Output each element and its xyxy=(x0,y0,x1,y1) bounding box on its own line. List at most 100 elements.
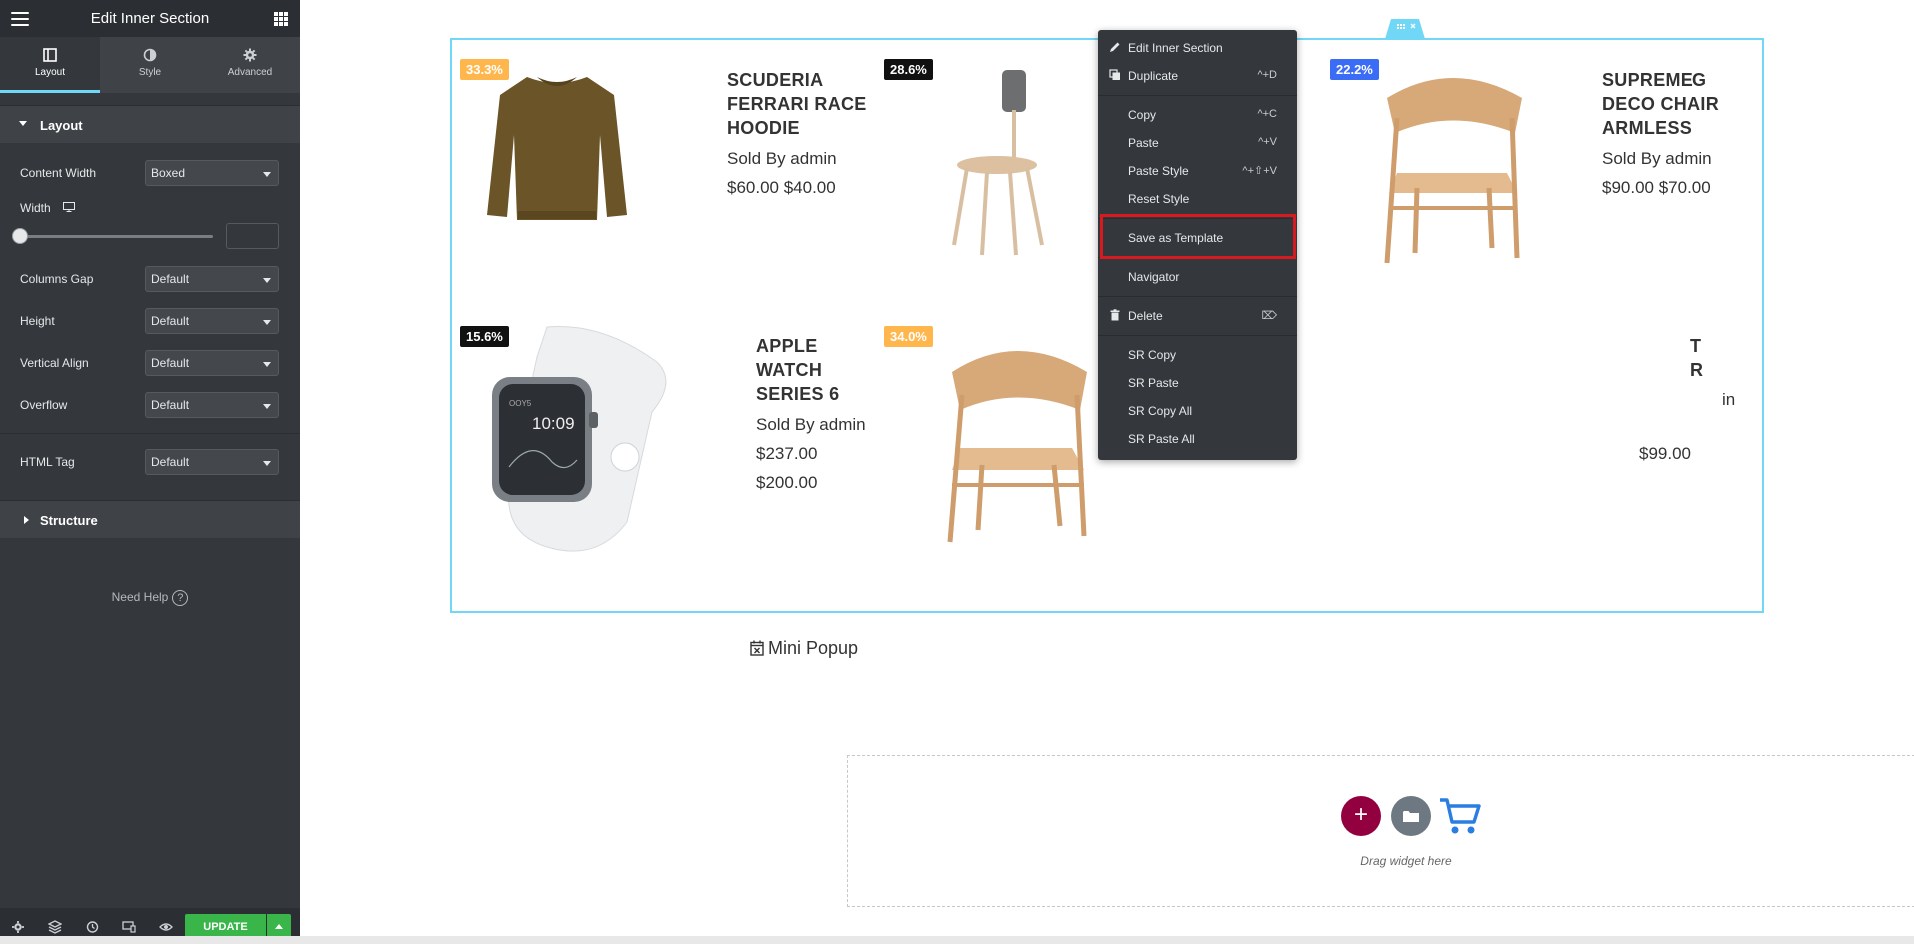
menu-item-copy[interactable]: Copy ^+C xyxy=(1098,105,1297,125)
layout-section-toggle[interactable]: Layout xyxy=(0,105,300,143)
tab-label: Layout xyxy=(34,67,66,78)
discount-badge: 15.6% xyxy=(460,326,509,347)
discount-badge: 33.3% xyxy=(460,59,509,80)
need-help-link[interactable]: Need Help? xyxy=(0,590,300,606)
tab-advanced[interactable]: Advanced xyxy=(200,37,300,93)
product-seller: Sold By admin xyxy=(756,415,866,434)
product-image-deco-chair[interactable] xyxy=(1357,58,1547,268)
menu-item-sr-paste-all[interactable]: SR Paste All xyxy=(1098,429,1297,449)
menu-item-label: Reset Style xyxy=(1128,192,1190,206)
product-card[interactable]: OOY5 10:09 15.6% APPLE WATCH SERIES 6 So… xyxy=(452,322,892,612)
gear-icon xyxy=(243,48,257,62)
preview-eye-icon[interactable] xyxy=(159,920,173,934)
cart-icon[interactable] xyxy=(1438,794,1482,838)
height-label: Height xyxy=(20,314,55,328)
discount-badge: 34.0% xyxy=(884,326,933,347)
width-slider-track[interactable] xyxy=(20,235,213,238)
product-card[interactable]: 33.3% SCUDERIA FERRARI RACE HOODIE Sold … xyxy=(452,40,882,320)
menu-item-shortcut: ^+D xyxy=(1257,69,1277,81)
menu-item-shortcut: ^+V xyxy=(1258,136,1277,148)
mini-popup-label: Mini Popup xyxy=(768,638,859,658)
menu-item-duplicate[interactable]: Duplicate ^+D xyxy=(1098,66,1297,86)
menu-item-shortcut: ^+C xyxy=(1257,108,1277,120)
product-image-apple-watch[interactable]: OOY5 10:09 xyxy=(477,322,677,562)
menu-item-delete[interactable]: Delete ⌦ xyxy=(1098,306,1297,326)
overflow-select[interactable]: Default xyxy=(145,392,279,418)
product-seller: Sold By admin xyxy=(727,149,837,168)
title-line: SERIES 6 xyxy=(756,384,840,404)
menu-item-sr-copy[interactable]: SR Copy xyxy=(1098,345,1297,365)
caret-down-icon xyxy=(19,121,27,126)
content-width-label: Content Width xyxy=(20,166,97,180)
title-line: FERRARI RACE xyxy=(727,94,867,114)
product-image-armchair[interactable] xyxy=(922,330,1112,550)
menu-item-label: Duplicate xyxy=(1128,69,1179,83)
structure-section-toggle[interactable]: Structure xyxy=(0,500,300,538)
title-line: ARMLESS xyxy=(1602,118,1693,138)
widgets-grid-icon[interactable] xyxy=(274,12,288,26)
columns-gap-select[interactable]: Default xyxy=(145,266,279,292)
add-template-button[interactable] xyxy=(1391,796,1431,836)
section-handle[interactable] xyxy=(1375,17,1435,39)
widget-drop-zone[interactable]: + Drag widget here xyxy=(847,755,1914,907)
menu-item-shortcut: ^+⇧+V xyxy=(1242,165,1277,177)
overflow-label: Overflow xyxy=(20,398,68,412)
product-image-chair[interactable] xyxy=(942,60,1052,260)
taskbar-strip xyxy=(0,936,1914,944)
responsive-mode-icon[interactable] xyxy=(122,920,136,934)
trash-icon xyxy=(1110,309,1120,321)
product-image-sweater[interactable] xyxy=(482,65,632,225)
width-label: Width xyxy=(20,201,51,215)
duplicate-icon xyxy=(1109,69,1120,80)
product-price-old: $237.00 xyxy=(756,444,818,463)
editor-panel: Edit Inner Section Layout Style Advanced… xyxy=(0,0,300,944)
menu-item-sr-paste[interactable]: SR Paste xyxy=(1098,373,1297,393)
add-section-button[interactable]: + xyxy=(1341,796,1381,836)
section-label: Layout xyxy=(40,118,83,133)
product-seller: Sold By admin xyxy=(1602,149,1712,168)
menu-item-label: SR Paste All xyxy=(1128,432,1195,446)
menu-item-label: SR Copy All xyxy=(1128,404,1193,418)
product-seller-partial: in xyxy=(1722,390,1736,409)
panel-tabs: Layout Style Advanced xyxy=(0,37,300,93)
title-line: SUPREME xyxy=(1602,70,1694,90)
width-number-input[interactable] xyxy=(226,223,279,249)
vertical-align-select[interactable]: Default xyxy=(145,350,279,376)
height-select[interactable]: Default xyxy=(145,308,279,334)
tab-style[interactable]: Style xyxy=(100,37,200,93)
menu-item-reset-style[interactable]: Reset Style xyxy=(1098,189,1297,209)
menu-item-label: Paste Style xyxy=(1128,164,1189,178)
product-price: $60.00 $40.00 xyxy=(727,178,836,197)
title-line: R xyxy=(1690,360,1704,380)
mini-popup-widget[interactable]: Mini Popup xyxy=(750,638,858,659)
menu-item-sr-copy-all[interactable]: SR Copy All xyxy=(1098,401,1297,421)
title-line: WATCH xyxy=(756,360,823,380)
menu-separator xyxy=(1098,296,1297,297)
menu-item-navigator[interactable]: Navigator xyxy=(1098,267,1297,287)
tab-layout[interactable]: Layout xyxy=(0,37,100,93)
tab-label: Advanced xyxy=(227,67,273,78)
pencil-icon xyxy=(1110,42,1120,52)
desktop-monitor-icon[interactable] xyxy=(63,202,75,212)
product-title[interactable]: SUPREME DECO CHAIR ARMLESS xyxy=(1602,68,1719,140)
product-title[interactable]: SCUDERIA FERRARI RACE HOODIE xyxy=(727,68,867,140)
half-circle-icon xyxy=(143,48,157,62)
watch-time-text: 10:09 xyxy=(532,414,575,433)
menu-item-paste-style[interactable]: Paste Style ^+⇧+V xyxy=(1098,161,1297,181)
caret-right-icon xyxy=(24,516,29,524)
width-slider-handle[interactable] xyxy=(12,228,28,244)
menu-item-paste[interactable]: Paste ^+V xyxy=(1098,133,1297,153)
layers-navigator-icon[interactable] xyxy=(48,920,62,934)
history-icon[interactable] xyxy=(85,920,99,934)
product-title[interactable]: APPLE WATCH SERIES 6 xyxy=(756,334,839,406)
content-width-select[interactable]: Boxed xyxy=(145,160,279,186)
menu-item-edit-inner-section[interactable]: Edit Inner Section xyxy=(1098,38,1297,58)
product-price-partial: $99.00 xyxy=(1639,444,1691,463)
product-card[interactable]: 22.2% SUPREME DECO CHAIR ARMLESS Sold By… xyxy=(1330,40,1762,320)
menu-separator xyxy=(1098,335,1297,336)
settings-gear-icon[interactable] xyxy=(11,920,25,934)
menu-item-label: Copy xyxy=(1128,108,1157,122)
title-line: APPLE xyxy=(756,336,818,356)
panel-header: Edit Inner Section xyxy=(0,0,300,37)
html-tag-select[interactable]: Default xyxy=(145,449,279,475)
